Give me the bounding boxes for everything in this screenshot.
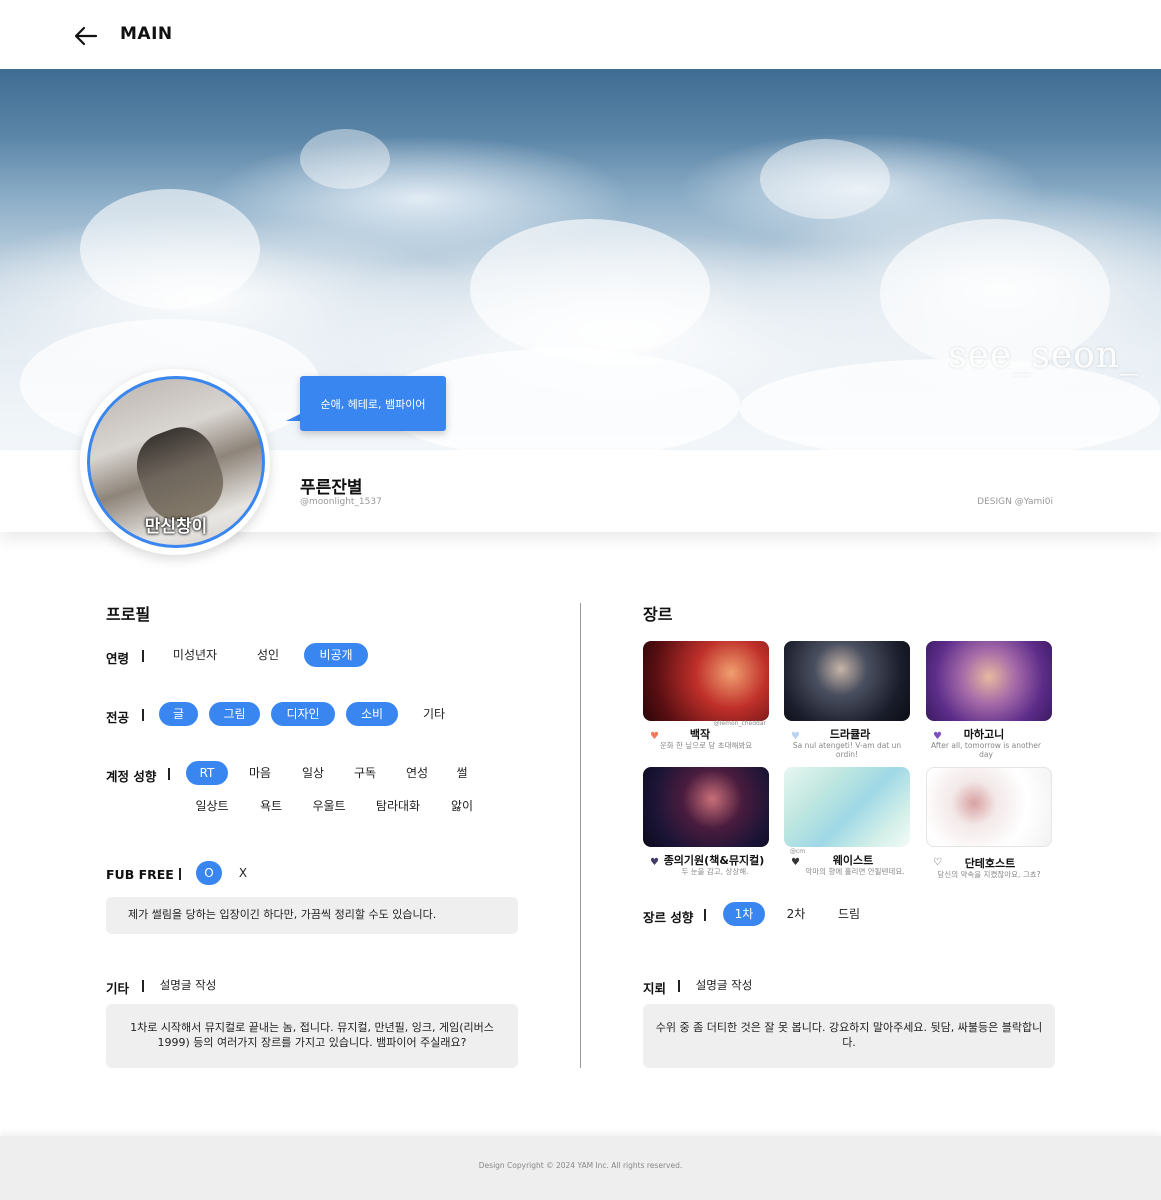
tendency-separator — [168, 768, 170, 780]
major-separator — [142, 709, 144, 721]
age-label: 연령 — [106, 651, 130, 666]
cover-watermark: see_seon_ — [948, 335, 1139, 376]
genre-image-6[interactable] — [926, 767, 1052, 847]
fub-option-x[interactable]: X — [234, 861, 252, 885]
tendency-option-fangirling[interactable]: 앓이 — [447, 794, 477, 818]
genre-name-2: 드라큘라 — [829, 728, 871, 741]
tendency-option-heart[interactable]: 마음 — [242, 761, 278, 785]
genre-image-1[interactable] — [643, 641, 769, 721]
genre-tendency-option-dream[interactable]: 드림 — [833, 902, 865, 926]
genre-section-title: 장르 — [643, 605, 673, 624]
tendency-option-timeline-chat[interactable]: 탐라대화 — [372, 794, 424, 818]
column-divider — [580, 603, 581, 1068]
genre-sub-3: After all, tomorrow is another day — [930, 741, 1042, 760]
copyright: Design Copyright © 2024 YAM Inc. All rig… — [478, 1161, 683, 1170]
genre-name-6: 단테호스트 — [964, 857, 1016, 870]
profile-section-title: 프로필 — [106, 605, 151, 624]
genre-sub-2: Sa nul atengeti! V-am dat un ordin! — [792, 741, 902, 760]
major-option-writing[interactable]: 글 — [159, 702, 198, 726]
genre-image-3[interactable] — [926, 641, 1052, 721]
status-bubble: 순애, 헤테로, 뱀파이어 — [300, 376, 446, 431]
footer: Design Copyright © 2024 YAM Inc. All rig… — [0, 1136, 1161, 1200]
genre-image-4[interactable] — [643, 767, 769, 847]
genre-sub-1: 운화 한 닢으로 당 초대해봐요 — [659, 741, 753, 750]
genre-sub-4: 두 눈을 감고, 상상해. — [681, 867, 749, 876]
genre-tendency-option-fan[interactable]: 2차 — [782, 902, 810, 926]
tendency-option-subscribe[interactable]: 구독 — [347, 761, 383, 785]
major-option-design[interactable]: 디자인 — [271, 702, 335, 726]
fub-note-box: 제가 썰림을 당하는 입장이긴 하다만, 가끔씩 정리할 수도 있습니다. — [106, 897, 518, 934]
profile-name: 푸른잔별 — [300, 478, 363, 498]
genre-name-5: 웨이스트 — [832, 854, 874, 867]
genre-image-2[interactable] — [784, 641, 910, 721]
tendency-option-depressed-tweet[interactable]: 우울트 — [307, 794, 351, 818]
mine-separator — [678, 980, 680, 992]
etc-hint: 설명글 작성 — [159, 978, 217, 992]
genre-tendency-separator — [704, 909, 706, 921]
major-option-etc[interactable]: 기타 — [416, 702, 452, 726]
etc-label: 기타 — [106, 981, 130, 996]
age-separator — [142, 650, 144, 662]
age-option-adult[interactable]: 성인 — [248, 643, 288, 667]
etc-description-box: 1차로 시작해서 뮤지컬로 끝내는 놈, 접니다. 뮤지컬, 만년필, 잉크, … — [106, 1004, 518, 1068]
genre-sub-5: 악마의 향에 홀리면 안될텐데요. — [805, 867, 905, 876]
tendency-label: 계정 성향 — [106, 769, 157, 784]
fub-option-o[interactable]: O — [196, 861, 222, 885]
avatar-caption: 만신창이 — [144, 517, 208, 537]
avatar[interactable]: 만신창이 — [87, 376, 265, 548]
genre-name-4: 종의기원(책&뮤지컬) — [663, 854, 765, 867]
tendency-option-story[interactable]: 썰 — [451, 761, 473, 785]
genre-name-3: 마하고니 — [963, 728, 1005, 741]
mine-label: 지뢰 — [643, 981, 667, 996]
mine-description-box: 수위 중 좀 더티한 것은 잘 못 봅니다. 강요하지 말아주세요. 뒷담, 싸… — [643, 1004, 1055, 1068]
genre-name-1: 백작 — [689, 728, 711, 741]
back-arrow-icon[interactable] — [72, 22, 100, 50]
design-credit: DESIGN @Yami0i — [977, 497, 1053, 507]
genre-tendency-option-original[interactable]: 1차 — [723, 902, 765, 926]
profile-handle: @moonlight_1537 — [300, 497, 382, 507]
major-label: 전공 — [106, 710, 130, 725]
age-option-minor[interactable]: 미성년자 — [165, 643, 225, 667]
major-option-drawing[interactable]: 그림 — [209, 702, 260, 726]
tendency-option-creation[interactable]: 연성 — [399, 761, 435, 785]
genre-sub-6: 당신의 약속을 지켰잖아요, 그쵸? — [937, 870, 1041, 879]
genre-image-5[interactable] — [784, 767, 910, 847]
top-bar: MAIN — [0, 0, 1161, 69]
age-option-private[interactable]: 비공개 — [304, 643, 368, 667]
tendency-option-rt[interactable]: RT — [186, 761, 228, 785]
tendency-option-daily-tweet[interactable]: 일상트 — [190, 794, 234, 818]
major-option-consumer[interactable]: 소비 — [346, 702, 398, 726]
etc-separator — [142, 980, 144, 992]
fub-free-separator — [179, 868, 181, 880]
tendency-option-curse-tweet[interactable]: 욕트 — [255, 794, 287, 818]
mine-hint: 설명글 작성 — [695, 978, 753, 992]
genre-tendency-label: 장르 성향 — [643, 910, 694, 925]
page-title: MAIN — [120, 24, 173, 44]
fub-free-label: FUB FREE — [106, 867, 174, 882]
tendency-option-daily[interactable]: 일상 — [295, 761, 331, 785]
